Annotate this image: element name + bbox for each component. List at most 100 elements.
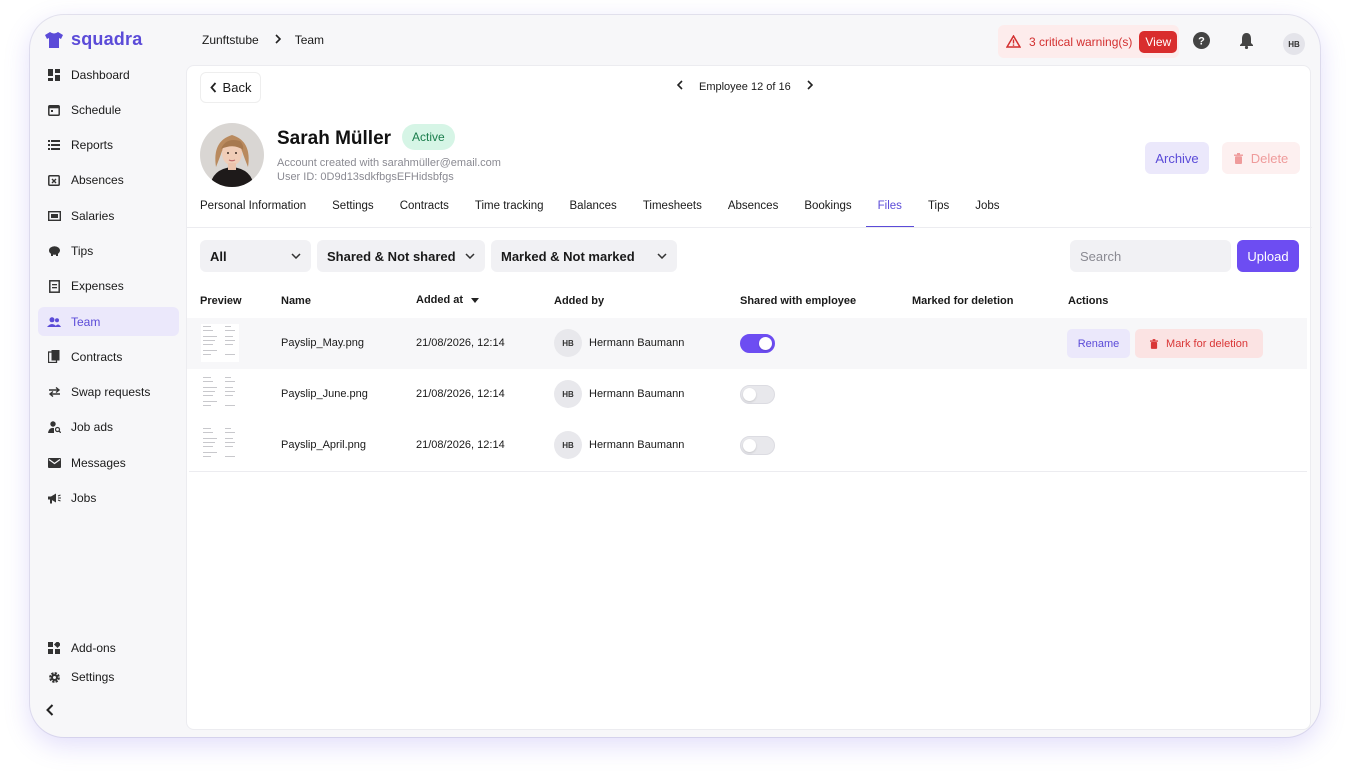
table-row[interactable]: Payslip_May.png 21/08/2026, 12:14 HB Her… (187, 318, 1307, 369)
column-header-actions: Actions (1068, 295, 1109, 307)
widgets-icon (47, 641, 61, 655)
tab-files[interactable]: Files (865, 200, 915, 228)
archive-button[interactable]: Archive (1145, 142, 1209, 174)
sidebar-item-label: Schedule (71, 102, 122, 117)
sidebar-item-add-ons[interactable]: Add-ons (38, 633, 179, 662)
brand-name: squadra (71, 29, 143, 49)
file-added-by: Hermann Baumann (589, 439, 685, 451)
sidebar-item-dashboard[interactable]: Dashboard (38, 60, 179, 89)
marked-filter[interactable]: Marked & Not marked (491, 240, 677, 272)
tab-timesheets[interactable]: Timesheets (643, 200, 702, 228)
tab-jobs[interactable]: Jobs (975, 200, 999, 228)
shared-toggle[interactable] (740, 436, 775, 455)
sidebar-item-label: Messages (71, 455, 126, 470)
file-added-by: Hermann Baumann (589, 337, 685, 349)
delete-button[interactable]: Delete (1222, 142, 1300, 174)
sidebar-item-swap-requests[interactable]: Swap requests (38, 378, 179, 407)
breadcrumb: Zunftstube Team (202, 33, 324, 47)
tab-balances[interactable]: Balances (570, 200, 617, 228)
warning-icon (1006, 35, 1021, 48)
sidebar-item-label: Contracts (71, 349, 123, 364)
tab-personal-information[interactable]: Personal Information (200, 200, 306, 228)
table-divider (189, 471, 1307, 472)
sidebar-item-label: Swap requests (71, 385, 151, 400)
previous-employee-button[interactable] (676, 80, 683, 93)
pager-text: Employee 12 of 16 (699, 80, 791, 93)
shared-toggle[interactable] (740, 334, 775, 353)
user-avatar[interactable]: HB (1283, 33, 1305, 55)
account-email-text: Account created with sarahmüller@email.c… (277, 157, 501, 169)
swap-icon (47, 385, 61, 399)
tab-settings[interactable]: Settings (332, 200, 374, 228)
person-search-icon (47, 420, 61, 434)
sidebar-item-absences[interactable]: Absences (38, 166, 179, 195)
table-row[interactable]: Payslip_April.png 21/08/2026, 12:14 HB H… (187, 420, 1307, 471)
sidebar-item-job-ads[interactable]: Job ads (38, 413, 179, 442)
upload-button[interactable]: Upload (1237, 240, 1299, 272)
file-preview-thumbnail[interactable] (201, 426, 239, 464)
column-header-preview: Preview (200, 295, 242, 307)
documents-icon (47, 350, 61, 364)
employee-avatar (200, 123, 264, 187)
sidebar-item-expenses[interactable]: Expenses (38, 272, 179, 301)
sidebar-item-label: Team (71, 314, 101, 329)
sidebar-item-messages[interactable]: Messages (38, 448, 179, 477)
sidebar-item-contracts[interactable]: Contracts (38, 342, 179, 371)
file-added-by: Hermann Baumann (589, 388, 685, 400)
warning-text: 3 critical warning(s) (1029, 34, 1133, 49)
tab-tips[interactable]: Tips (928, 200, 949, 228)
breadcrumb-current: Team (294, 33, 325, 47)
file-preview-thumbnail[interactable] (201, 375, 239, 413)
avatar: HB (554, 431, 582, 459)
breadcrumb-parent[interactable]: Zunftstube (202, 33, 259, 47)
help-icon[interactable]: ? (1193, 32, 1210, 54)
trash-icon (1150, 338, 1159, 349)
sidebar-nav: Dashboard Schedule Reports Absences Sala… (38, 60, 179, 519)
search-input[interactable] (1070, 240, 1231, 272)
column-header-added-by: Added by (554, 295, 605, 307)
table-row[interactable]: Payslip_June.png 21/08/2026, 12:14 HB He… (187, 369, 1307, 420)
sidebar-item-schedule[interactable]: Schedule (38, 95, 179, 124)
gear-icon (47, 670, 61, 684)
tab-absences[interactable]: Absences (728, 200, 779, 228)
employee-pager: Employee 12 of 16 (676, 80, 813, 93)
next-employee-button[interactable] (807, 80, 813, 93)
column-header-name: Name (281, 295, 311, 307)
file-preview-thumbnail[interactable] (201, 324, 239, 362)
tab-time-tracking[interactable]: Time tracking (475, 200, 544, 228)
collapse-sidebar-button[interactable] (46, 703, 54, 719)
column-header-shared: Shared with employee (740, 295, 857, 307)
employee-name: Sarah Müller (277, 128, 392, 149)
employee-tabs: Personal Information Settings Contracts … (200, 200, 1026, 228)
sidebar-item-label: Tips (71, 243, 94, 258)
sidebar-item-reports[interactable]: Reports (38, 131, 179, 160)
sidebar-item-salaries[interactable]: Salaries (38, 201, 179, 230)
rename-button[interactable]: Rename (1067, 329, 1130, 358)
tab-bookings[interactable]: Bookings (804, 200, 851, 228)
view-warnings-button[interactable]: View (1139, 30, 1178, 53)
brand-logo[interactable]: squadra (44, 29, 142, 50)
sidebar-item-team[interactable]: Team (38, 307, 179, 337)
sidebar-item-settings[interactable]: Settings (38, 663, 179, 692)
file-name: Payslip_May.png (281, 337, 364, 349)
tab-contracts[interactable]: Contracts (400, 200, 449, 228)
bell-icon[interactable] (1239, 32, 1254, 54)
sidebar-item-label: Expenses (71, 279, 124, 294)
file-added-at: 21/08/2026, 12:14 (416, 439, 505, 451)
chevron-down-icon (657, 253, 667, 259)
list-icon (47, 138, 61, 152)
sidebar-item-label: Jobs (71, 491, 97, 506)
column-header-added-at[interactable]: Added at (416, 294, 480, 306)
trash-icon (1233, 152, 1243, 164)
calendar-icon (47, 103, 61, 117)
people-icon (47, 315, 61, 329)
shared-toggle[interactable] (740, 385, 775, 404)
back-button[interactable]: Back (200, 72, 261, 103)
file-type-filter-value: All (210, 248, 227, 264)
file-type-filter[interactable]: All (200, 240, 311, 272)
sidebar-item-jobs[interactable]: Jobs (38, 484, 179, 513)
mark-for-deletion-button[interactable]: Mark for deletion (1135, 329, 1263, 358)
chevron-right-icon (275, 33, 281, 47)
sidebar-item-tips[interactable]: Tips (38, 236, 179, 265)
shared-filter[interactable]: Shared & Not shared (317, 240, 485, 272)
